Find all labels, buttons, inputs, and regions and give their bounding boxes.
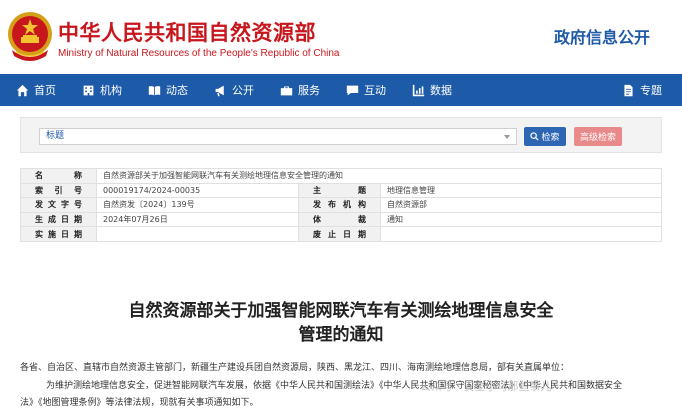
name-value: 自然资源部关于加强智能网联汽车有关测绘地理信息安全管理的通知 [96,168,662,184]
article-title-line: 自然资源部关于加强智能网联汽车有关测绘地理信息安全 [128,301,554,321]
index-label: 索引号 [20,182,97,199]
search-button[interactable]: 检索 [524,127,566,146]
abolish-date-value [380,226,662,242]
search-field-label: 标题 [46,131,65,141]
article-paragraph: 各省、自治区、直辖市自然资源主管部门，新疆生产建设兵团自然资源局，陕西、黑龙江、… [20,363,570,373]
docno-value: 自然资发〔2024〕139号 [96,197,299,213]
subject-label: 主题 [298,182,381,199]
nav-item-interaction[interactable]: 互动 [333,74,399,106]
impl-date-value [96,226,299,242]
home-icon [16,84,29,96]
nav-item-label: 动态 [166,84,188,97]
article-title: 自然资源部关于加强智能网联汽车有关测绘地理信息安全 管理的通知 [0,299,682,347]
book-icon [148,85,161,95]
index-value: 000019174/2024-00035 [96,182,299,199]
nav-item-label: 专题 [640,84,662,97]
nav-item-news[interactable]: 动态 [135,74,201,106]
site-title-english: Ministry of Natural Resources of the Peo… [58,48,340,59]
nav-item-home[interactable]: 首页 [0,74,69,106]
name-label: 名称 [20,168,97,184]
search-icon [530,132,539,141]
subject-value: 地理信息管理 [380,182,662,199]
chat-icon [346,85,359,95]
table-row: 名称 自然资源部关于加强智能网联汽车有关测绘地理信息安全管理的通知 [20,168,662,184]
table-row: 实施日期 废止日期 [20,226,662,242]
megaphone-icon [215,85,224,96]
search-button-label: 检索 [541,133,560,143]
national-emblem-icon [8,12,52,61]
nav-item-organization[interactable]: 机构 [69,74,135,106]
abolish-date-label: 废止日期 [298,226,381,242]
nav-item-label: 服务 [298,84,320,97]
nav-item-topics[interactable]: 专题 [609,74,682,106]
site-header: 中华人民共和国自然资源部 Ministry of Natural Resourc… [0,0,682,74]
issuer-value: 自然资源部 [380,197,662,213]
nav-item-label: 数据 [430,84,452,97]
issuer-label: 发布机构 [298,197,381,213]
table-row: 发文字号 自然资发〔2024〕139号 发布机构 自然资源部 [20,197,662,213]
document-info-table: 名称 自然资源部关于加强智能网联汽车有关测绘地理信息安全管理的通知 索引号 00… [20,168,662,242]
advanced-search-button[interactable]: 高级检索 [574,127,622,146]
chart-icon [412,84,425,96]
site-title[interactable]: 中华人民共和国自然资源部 [58,17,316,47]
nav-item-label: 公开 [232,84,254,97]
watermark: 公众号 · 安全小马那些事儿 [420,380,552,393]
article-paragraph: 法》《地图管理条例》等法律法规，现就有关事项通知如下。 [20,398,259,408]
building-icon [83,85,94,95]
table-row: 生成日期 2024年07月26日 体裁 通知 [20,211,662,228]
date-label: 生成日期 [20,211,97,228]
document-icon [624,84,633,96]
search-field-select[interactable]: 标题 [39,128,517,145]
nav-item-label: 互动 [364,84,386,97]
docno-label: 发文字号 [20,197,97,213]
nav-item-services[interactable]: 服务 [267,74,333,106]
nav-item-data[interactable]: 数据 [399,74,465,106]
genre-value: 通知 [380,211,662,228]
article-title-line: 管理的通知 [298,325,384,345]
chevron-down-icon [504,135,510,139]
briefcase-icon [280,85,293,95]
nav-item-label: 首页 [34,84,56,97]
impl-date-label: 实施日期 [20,226,97,242]
gov-info-disclosure-title[interactable]: 政府信息公开 [554,24,650,48]
nav-item-label: 机构 [100,84,122,97]
main-nav: 首页 机构 动态 公开 服务 互动 数据 专题 [0,74,682,106]
nav-item-disclosure[interactable]: 公开 [201,74,267,106]
search-bar: 标题 检索 高级检索 [20,117,662,153]
genre-label: 体裁 [298,211,381,228]
table-row: 索引号 000019174/2024-00035 主题 地理信息管理 [20,182,662,199]
date-value: 2024年07月26日 [96,211,299,228]
